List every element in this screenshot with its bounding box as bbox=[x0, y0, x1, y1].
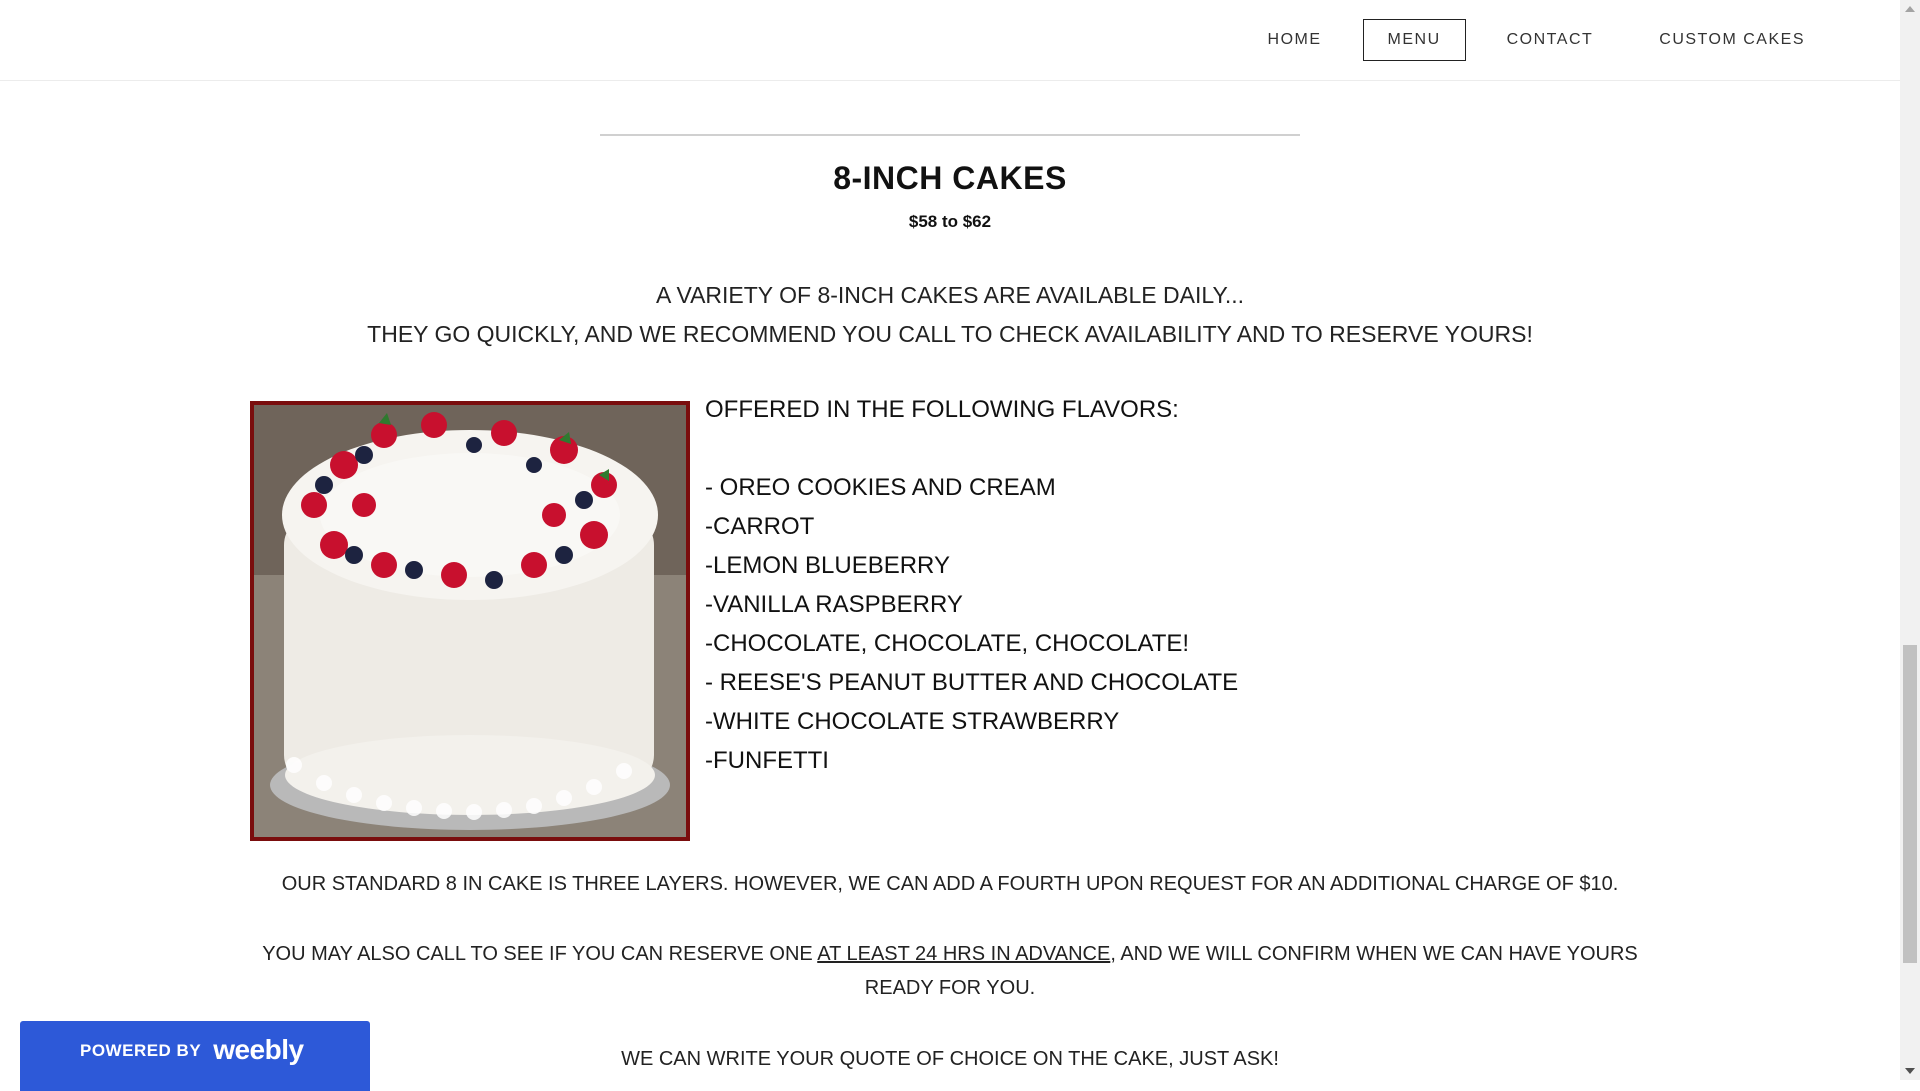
reserve-note: YOU MAY ALSO CALL TO SEE IF YOU CAN RESE… bbox=[250, 937, 1650, 1005]
flavor-item: -CARROT bbox=[705, 513, 815, 540]
flavor-item: - REESE'S PEANUT BUTTER AND CHOCOLATE bbox=[705, 669, 1239, 696]
site-header: HOME MENU CONTACT CUSTOM CAKES bbox=[0, 0, 1900, 81]
powered-by-label: POWERED BY bbox=[80, 1041, 202, 1060]
flavor-item: -CHOCOLATE, CHOCOLATE, CHOCOLATE! bbox=[705, 630, 1190, 657]
layers-note: OUR STANDARD 8 IN CAKE IS THREE LAYERS. … bbox=[281, 873, 1619, 895]
flavor-item: -FUNFETTI bbox=[705, 747, 829, 774]
intro-line-2: THEY GO QUICKLY, AND WE RECOMMEND YOU CA… bbox=[367, 321, 1533, 347]
reserve-text-before: YOU MAY ALSO CALL TO SEE IF YOU CAN RESE… bbox=[262, 943, 818, 965]
intro-line-1: A VARIETY OF 8-INCH CAKES ARE AVAILABLE … bbox=[655, 282, 1244, 308]
section-divider bbox=[600, 134, 1300, 136]
scroll-up-icon[interactable] bbox=[1905, 6, 1915, 12]
flavor-item: -WHITE CHOCOLATE STRAWBERRY bbox=[705, 708, 1120, 735]
page-scrollbar[interactable] bbox=[1900, 0, 1920, 1080]
main-nav: HOME MENU CONTACT CUSTOM CAKES bbox=[1227, 19, 1830, 61]
price-range: $58 to $62 bbox=[908, 212, 992, 231]
nav-contact-link[interactable]: CONTACT bbox=[1482, 19, 1619, 61]
scrollbar-thumb[interactable] bbox=[1903, 645, 1917, 963]
weebly-badge[interactable]: POWERED BY weebly bbox=[20, 1021, 370, 1091]
cake-image bbox=[254, 405, 686, 837]
nav-home-link[interactable]: HOME bbox=[1243, 19, 1347, 61]
weebly-logo: weebly bbox=[213, 1034, 304, 1065]
flavor-item: -LEMON BLUEBERRY bbox=[705, 552, 950, 579]
nav-custom-cakes-link[interactable]: CUSTOM CAKES bbox=[1634, 19, 1830, 61]
advance-notice-text: AT LEAST 24 HRS IN ADVANCE bbox=[817, 943, 1111, 965]
scroll-down-icon[interactable] bbox=[1905, 1068, 1915, 1074]
intro-text: A VARIETY OF 8-INCH CAKES ARE AVAILABLE … bbox=[0, 276, 1900, 354]
flavor-item: - OREO COOKIES AND CREAM bbox=[705, 474, 1056, 501]
flavors-heading: OFFERED IN THE FOLLOWING FLAVORS: bbox=[705, 396, 1179, 423]
flavor-item: -VANILLA RASPBERRY bbox=[705, 591, 963, 618]
flavors-list: OFFERED IN THE FOLLOWING FLAVORS: - OREO… bbox=[705, 390, 1405, 780]
quote-note: WE CAN WRITE YOUR QUOTE OF CHOICE ON THE… bbox=[621, 1048, 1279, 1070]
section-title: 8-INCH CAKES bbox=[833, 160, 1067, 196]
flavor-items: - OREO COOKIES AND CREAM -CARROT -LEMON … bbox=[705, 468, 1405, 780]
cake-photo[interactable] bbox=[250, 401, 690, 841]
nav-menu-link[interactable]: MENU bbox=[1362, 19, 1466, 61]
